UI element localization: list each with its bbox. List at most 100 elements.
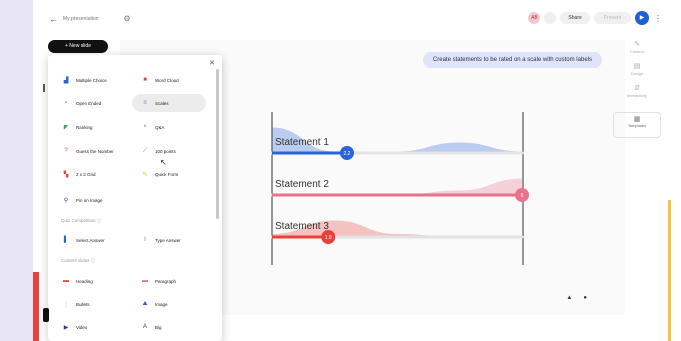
slide-type-label: 2 x 2 Grid <box>76 171 96 177</box>
ranking-icon: ◤ <box>63 124 69 131</box>
open-ended-icon: ▪ <box>64 100 68 106</box>
slide-type-select-answer[interactable]: ▌ Select Answer <box>61 231 105 249</box>
rail-item-interactivity[interactable]: ⇵ Interactivity <box>613 84 661 106</box>
rail-item-label: Design <box>630 71 644 76</box>
big-text-icon: A <box>142 324 147 330</box>
panel-scrollbar[interactable] <box>216 69 219 219</box>
templates-button[interactable]: ▦ Templates <box>613 112 661 138</box>
quick-form-icon: ✎ <box>142 171 148 178</box>
slide-type-pin-on-image[interactable]: ⚲ Pin on Image <box>61 191 103 209</box>
slide-type-multiple-choice[interactable]: ▟ Multiple Choice <box>61 71 107 89</box>
background-yellow-accent <box>668 200 671 341</box>
slide-type-label: Ranking <box>76 124 93 130</box>
slide-type-big[interactable]: A Big <box>140 318 162 336</box>
quiz-section-heading-text: Quiz Competition <box>61 218 96 223</box>
background-left <box>0 0 33 341</box>
close-icon[interactable]: ✕ <box>209 59 215 67</box>
statement-label-1: Statement 1 <box>275 137 329 148</box>
image-icon: ⛰ <box>142 300 148 307</box>
top-bar: ← My presentation ⚙ AB Share Present ▶ ⋮ <box>33 8 663 34</box>
slide-type-label: Word Cloud <box>155 77 179 83</box>
slide-type-2x2-grid[interactable]: ▚ 2 x 2 Grid <box>61 165 96 183</box>
slide-type-type-answer[interactable]: I Type Answer <box>140 231 181 249</box>
slide-type-qa[interactable]: ❝ Q&A <box>140 118 165 136</box>
slide-type-label: Big <box>155 324 162 330</box>
scale-value-1: 2.2 <box>344 151 351 157</box>
play-button[interactable]: ▶ <box>635 11 649 25</box>
quiz-section-heading: Quiz Competition ⓘ <box>61 218 101 224</box>
interactivity-icon: ⇵ <box>634 85 640 92</box>
mouse-cursor-icon: ↖ <box>160 158 167 167</box>
person-icon[interactable]: ● <box>583 295 587 301</box>
slide-type-paragraph[interactable]: ▬ Paragraph <box>140 272 176 290</box>
bullets-icon: ⋮ <box>63 301 69 308</box>
points-icon: ⟋ <box>142 147 148 154</box>
top-bar-actions: AB Share Present ▶ ⋮ <box>528 11 663 25</box>
slide-type-label: Image <box>155 301 168 307</box>
back-arrow-icon[interactable]: ← <box>49 14 58 24</box>
slide-type-label: Pin on Image <box>76 197 103 203</box>
canvas-reaction-icons: ▲ ● <box>566 295 587 301</box>
more-menu-icon[interactable]: ⋮ <box>653 14 663 23</box>
content-section-heading-text: Content slides <box>61 258 90 263</box>
gear-icon[interactable]: ⚙ <box>121 13 133 25</box>
slide-type-label: Heading <box>76 278 93 284</box>
right-rail: ✎ Content ▤ Design ⇵ Interactivity ▦ Tem… <box>613 40 661 190</box>
scale-value-2: 5 <box>521 193 524 199</box>
slide-type-video[interactable]: ▶ Video <box>61 318 88 336</box>
statement-label-3: Statement 3 <box>275 221 329 232</box>
rail-item-label: Interactivity <box>626 93 648 98</box>
share-button[interactable]: Share <box>560 12 590 24</box>
pencil-icon: ✎ <box>634 41 640 48</box>
info-icon: ⓘ <box>90 258 96 263</box>
presentation-title[interactable]: My presentation <box>63 16 99 22</box>
slide-type-heading[interactable]: ▬ Heading <box>61 272 93 290</box>
slide-type-ranking[interactable]: ◤ Ranking <box>61 118 93 136</box>
slide-type-label: Paragraph <box>155 278 177 284</box>
present-button[interactable]: Present <box>593 12 631 24</box>
slide-type-guess-the-number[interactable]: ? Guess the Number <box>61 142 114 160</box>
avatar[interactable]: AB <box>528 12 541 24</box>
slide-type-word-cloud[interactable]: ■ Word Cloud <box>140 71 179 89</box>
templates-icon: ▦ <box>633 116 641 123</box>
app-window: ← My presentation ⚙ AB Share Present ▶ ⋮… <box>33 0 681 341</box>
thumbs-up-icon[interactable]: ▲ <box>566 295 572 301</box>
slide-type-label: Quick Form <box>155 171 179 177</box>
heading-icon: ▬ <box>63 278 69 284</box>
left-edge-marker <box>43 84 45 92</box>
rail-item-label: Content <box>629 49 644 54</box>
select-answer-icon: ▌ <box>63 237 69 243</box>
left-collapse-tab[interactable] <box>43 308 49 322</box>
background-red-accent <box>33 272 39 341</box>
new-slide-panel: ✕ ▟ Multiple Choice ■ Word Cloud ▪ Open … <box>48 55 222 341</box>
slide-type-label: Video <box>76 324 88 330</box>
slide-type-bullets[interactable]: ⋮ Bullets <box>61 295 90 313</box>
slide-type-image[interactable]: ⛰ Image <box>140 295 168 313</box>
question-mark-icon: ? <box>64 148 68 154</box>
grid-icon: ▚ <box>63 171 69 178</box>
word-cloud-icon: ■ <box>143 77 147 83</box>
statement-label-2: Statement 2 <box>275 179 329 190</box>
slide-type-open-ended[interactable]: ▪ Open Ended <box>61 94 101 112</box>
slide-type-label: Guess the Number <box>76 148 114 154</box>
pin-icon: ⚲ <box>63 197 69 204</box>
scale-value-3: 1.9 <box>325 235 332 241</box>
paragraph-icon: ▬ <box>142 278 148 284</box>
slide-type-scales[interactable]: ≡ Scales <box>132 94 206 112</box>
slide-type-label: Type Answer <box>155 237 181 243</box>
rail-item-content[interactable]: ✎ Content <box>613 40 661 62</box>
slide-type-label: Open Ended <box>76 100 102 106</box>
comments-button[interactable] <box>544 12 557 24</box>
slide-type-quick-form[interactable]: ✎ Quick Form <box>140 165 178 183</box>
slide-type-label: Select Answer <box>76 237 105 243</box>
slide-type-label: Q&A <box>155 124 165 130</box>
templates-label: Templates <box>627 123 647 128</box>
slide-type-100-points[interactable]: ⟋ 100 points <box>140 142 176 160</box>
bar-chart-icon: ▟ <box>63 77 69 84</box>
slide-type-label: Bullets <box>76 301 90 307</box>
new-slide-button[interactable]: + New slide <box>48 40 108 53</box>
rail-item-design[interactable]: ▤ Design <box>613 62 661 84</box>
slide-type-label: 100 points <box>155 148 176 154</box>
design-icon: ▤ <box>633 63 641 70</box>
video-icon: ▶ <box>63 324 69 331</box>
